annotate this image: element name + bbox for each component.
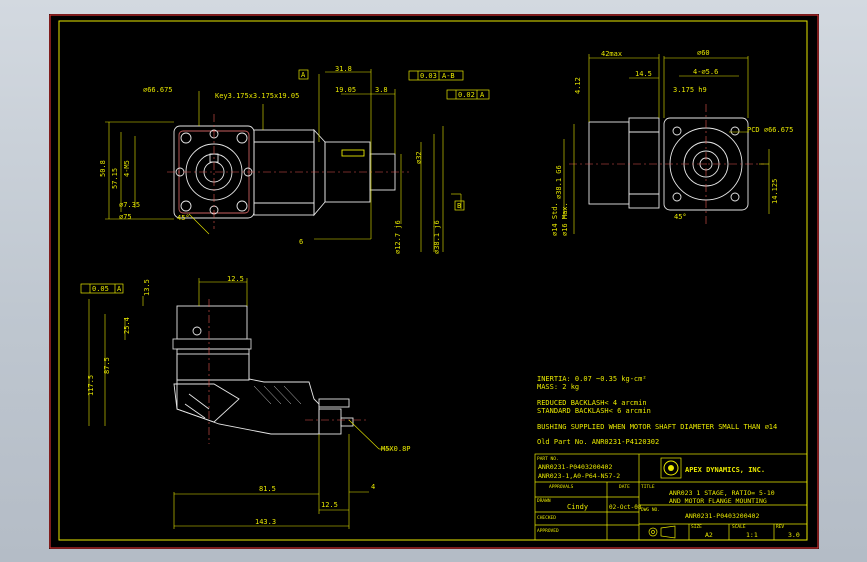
drawing-sheet[interactable]: ⌀66.675 Key3.175x3.175x19.05 50.8 4-M5 5… xyxy=(49,14,819,549)
side-dim-1: 50.8 xyxy=(99,160,107,177)
note-old-part: Old Part No. ANR0231-P4120302 xyxy=(537,438,659,446)
shaft-dim-2: ⌀38.1 j6 xyxy=(433,220,441,254)
side-dim-3: 57.15 xyxy=(111,168,119,189)
drawn-date: 02-Oct-08 xyxy=(609,504,642,511)
right-dim-key: 3.175 h9 xyxy=(673,86,707,94)
company-name: APEX DYNAMICS, INC. xyxy=(685,466,765,474)
drawn-label: DRAWN xyxy=(537,498,551,504)
drawing-canvas[interactable]: ⌀66.675 Key3.175x3.175x19.05 50.8 4-M5 5… xyxy=(49,14,819,549)
bottom-centerlines xyxy=(208,299,369,444)
dwg-no: ANR0231-P0403200402 xyxy=(685,512,759,520)
datum-b-label: B xyxy=(457,202,461,210)
dim-top-3: 3.8 xyxy=(375,86,388,94)
note-bushing: BUSHING SUPPLIED WHEN MOTOR SHAFT DIAMET… xyxy=(537,423,777,431)
part-no-2: ANR023-1,A0-P64-N57-2 xyxy=(538,472,620,480)
shaft-dim-1: ⌀12.7 j6 xyxy=(394,220,402,254)
bottom-dim-87-5: 87.5 xyxy=(103,357,111,374)
fcf-1-value: 0.03 xyxy=(420,72,437,80)
approvals-label: APPROVALS xyxy=(549,484,574,490)
side-dim-2: 4-M5 xyxy=(123,160,131,177)
small-dim-1: ⌀7.35 xyxy=(119,201,140,209)
right-angle-label: 45° xyxy=(674,213,687,221)
note-mass: MASS: 2 kg xyxy=(537,383,579,391)
note-standard-backlash: STANDARD BACKLASH< 6 arcmin xyxy=(537,407,651,415)
bottom-fcf-ref: A xyxy=(117,285,122,293)
dim-top-2: 19.05 xyxy=(335,86,356,94)
right-dim-42max: 42max xyxy=(601,50,622,58)
right-dim-holes: 4-⌀5.6 xyxy=(693,68,718,76)
bottom-view-text: 0.05 A 12.5 13.5 25.4 87.5 117.5 81.5 12… xyxy=(87,275,411,526)
note-inertia: INERTIA: 0.07 ~0.35 kg-cm² xyxy=(537,375,647,383)
notes: INERTIA: 0.07 ~0.35 kg-cm² MASS: 2 kg RE… xyxy=(537,375,777,446)
bottom-dim-4: 4 xyxy=(371,483,375,491)
dim-top-1: 31.8 xyxy=(335,65,352,73)
right-dim-14-125: 14.125 xyxy=(771,179,779,204)
shaft-dim-3: ⌀32 xyxy=(415,151,423,164)
date-label: DATE xyxy=(619,484,630,490)
drawn-by: Cindy xyxy=(567,503,588,511)
fcf-2-value: 0.02 xyxy=(458,91,475,99)
bottom-fcf-value: 0.05 xyxy=(92,285,109,293)
drawing-frame xyxy=(58,20,808,541)
bottom-dim-117-5: 117.5 xyxy=(87,375,95,396)
right-dim-14std: ⌀14 Std. xyxy=(551,202,559,236)
bottom-hatch xyxy=(253,385,302,405)
title-label: TITLE xyxy=(641,484,655,490)
bore-diameter-label: ⌀66.675 xyxy=(143,86,173,94)
scale-label: SCALE xyxy=(732,524,746,530)
fcf-1-ref: A-B xyxy=(442,72,455,80)
company-logo: APEX DYNAMICS, INC. xyxy=(660,457,765,479)
key-label: Key3.175x3.175x19.05 xyxy=(215,92,299,100)
bottom-dim-81-5: 81.5 xyxy=(259,485,276,493)
small-dim-2: ⌀75 xyxy=(119,213,132,221)
size-label: SIZE xyxy=(691,524,702,530)
bottom-dimensions xyxy=(88,278,391,529)
title-line-2: AND MOTOR FLANGE MOUNTING xyxy=(669,497,767,505)
note-reduced-backlash: REDUCED BACKLASH< 4 arcmin xyxy=(537,399,647,407)
right-dim-60: ⌀60 xyxy=(697,49,710,57)
right-dim-14-5: 14.5 xyxy=(635,70,652,78)
approved-label: APPROVED xyxy=(537,528,559,534)
thread-label: M5X0.8P xyxy=(381,445,411,453)
scale-value: 1:1 xyxy=(746,531,758,539)
bottom-dim-12-5-top: 12.5 xyxy=(227,275,244,283)
angle-45-label: 45° xyxy=(177,214,190,222)
cad-viewport: ⌀66.675 Key3.175x3.175x19.05 50.8 4-M5 5… xyxy=(0,0,867,562)
datum-a-label: A xyxy=(301,71,306,79)
bottom-view xyxy=(172,305,354,435)
right-dim-16max: ⌀16 Max. xyxy=(561,202,569,236)
right-view-text: 42max 14.5 ⌀60 4-⌀5.6 3.175 h9 4.12 ⌀38.… xyxy=(551,49,793,236)
pcd-label: PCD ⌀66.675 xyxy=(747,126,793,134)
dim-6: 6 xyxy=(299,238,303,246)
title-line-1: ANR023 1 STAGE, RATIO= 5-10 xyxy=(669,489,775,497)
size-value: A2 xyxy=(705,531,713,539)
right-dimensions xyxy=(563,54,770,234)
part-no-1: ANR0231-P0403200402 xyxy=(538,463,612,471)
projection-symbol-icon xyxy=(648,525,676,539)
bottom-dim-13-5: 13.5 xyxy=(143,279,151,296)
bottom-dim-12-5: 12.5 xyxy=(321,501,338,509)
dwg-no-label: DWG NO. xyxy=(641,507,660,513)
rev-value: 3.0 xyxy=(788,531,800,539)
right-dim-4-12: 4.12 xyxy=(574,77,582,94)
left-view-text: ⌀66.675 Key3.175x3.175x19.05 50.8 4-M5 5… xyxy=(99,65,441,254)
rev-label: REV xyxy=(776,524,784,530)
checked-label: CHECKED xyxy=(537,515,556,521)
right-dim-38: ⌀38.1 G6 xyxy=(555,165,563,199)
part-no-label: PART NO. xyxy=(537,456,559,462)
bottom-dim-143-3: 143.3 xyxy=(255,518,276,526)
bottom-dim-25-4: 25.4 xyxy=(123,317,131,334)
fcf-2-ref: A xyxy=(480,91,485,99)
